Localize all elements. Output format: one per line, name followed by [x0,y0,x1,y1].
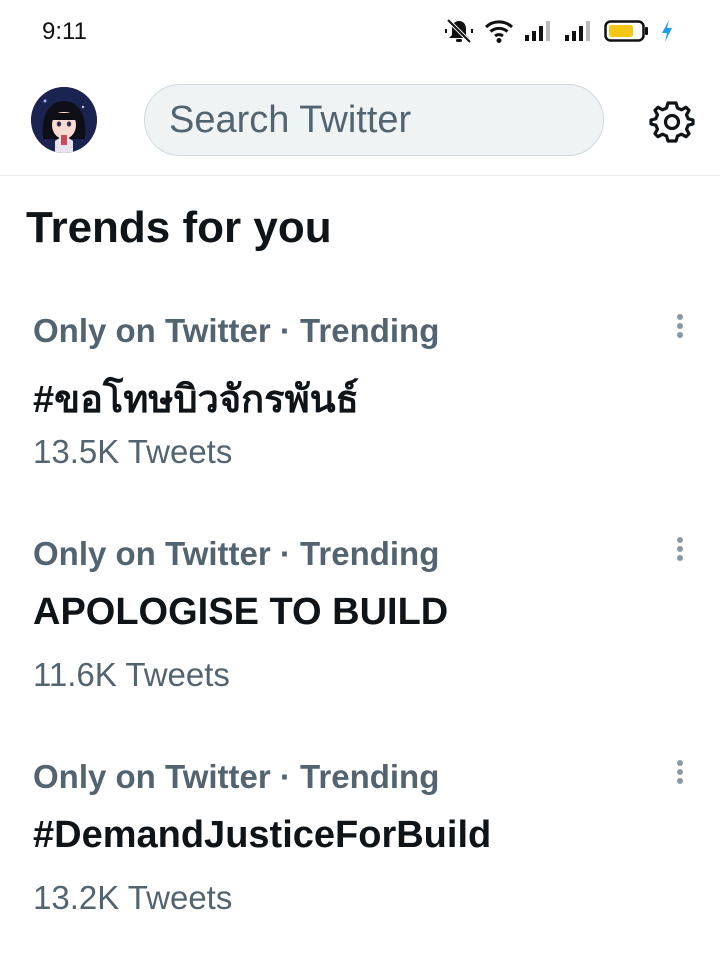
trend-item[interactable]: Only on Twitter · Trending #ขอโทษบิวจักร… [0,312,720,532]
trend-tweet-count: 13.2K Tweets [33,879,233,916]
trend-item[interactable]: Only on Twitter · Trending APOLOGISE TO … [0,535,720,755]
charging-bolt-icon [660,19,674,43]
status-bar: 9:11 [0,0,720,66]
more-options-icon[interactable] [668,312,692,348]
more-options-icon[interactable] [668,758,692,794]
status-icons [444,16,674,46]
trend-tweet-count: 11.6K Tweets [33,656,230,693]
trend-context: Only on Twitter · Trending [33,758,440,795]
battery-icon [604,19,650,43]
trend-name: APOLOGISE TO BUILD [33,591,449,633]
wifi-icon [484,18,514,44]
search-bar[interactable] [144,84,604,156]
avatar[interactable] [31,87,97,153]
more-options-icon[interactable] [668,535,692,571]
trend-name: #ขอโทษบิวจักรพันธ์ [33,379,359,421]
trend-context: Only on Twitter · Trending [33,312,440,349]
signal-icon [564,19,594,43]
trend-context: Only on Twitter · Trending [33,535,440,572]
signal-icon [524,19,554,43]
status-time: 9:11 [42,18,87,45]
trend-name: #DemandJusticeForBuild [33,814,492,856]
trend-tweet-count: 13.5K Tweets [33,433,233,470]
search-input[interactable] [169,98,603,142]
section-title: Trends for you [26,203,332,252]
trend-item[interactable]: Only on Twitter · Trending #DemandJustic… [0,758,720,978]
top-header [0,66,720,176]
mute-bell-icon [444,16,474,46]
gear-icon[interactable] [648,98,696,146]
